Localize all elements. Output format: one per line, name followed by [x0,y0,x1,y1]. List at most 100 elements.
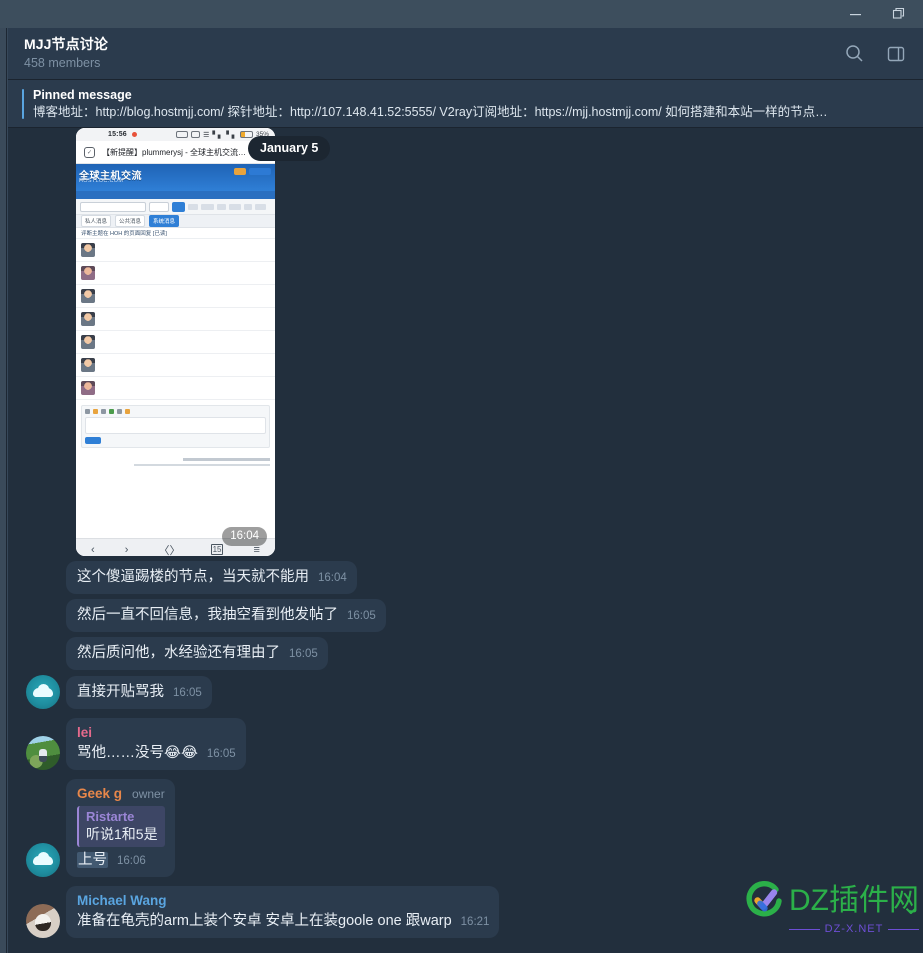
sender-name: Geek g [77,786,123,801]
pinned-message-bar[interactable]: Pinned message 博客地址：http://blog.hostmjj.… [0,80,923,128]
forum-avatar [81,358,95,372]
forum-reply-textarea [85,417,266,434]
minimize-button[interactable] [833,0,877,28]
forum-site-domain: HOSTLOC.COM [79,178,124,184]
message-sender[interactable]: lei [77,724,236,742]
message-time: 16:05 [347,610,376,622]
avatar[interactable] [26,675,60,709]
pinned-accent-bar [22,88,24,119]
reply-quote[interactable]: Ristarte 听说1和5是 [77,806,165,847]
message-row[interactable]: 然后一直不回信息，我抽空看到他发帖了 16:05 [20,599,923,632]
restore-icon [892,7,906,21]
message-text: 上号 [77,852,108,868]
avatar-slot [20,736,66,770]
minimize-icon [849,8,862,21]
nav-recents-icon: 15 [210,544,224,555]
phone-status-dot [131,132,137,137]
avatar[interactable] [26,736,60,770]
message-row[interactable]: 直接开贴骂我 16:05 [20,675,923,709]
tag [244,203,252,210]
message-time: 16:04 [318,572,347,584]
toolbar-icon [117,409,122,414]
sender-role-badge: owner [132,787,165,801]
reply-quote-author: Ristarte [86,809,135,824]
message-time: 16:05 [206,748,236,760]
message-time: 16:21 [460,916,490,928]
search-icon[interactable] [841,41,867,67]
message-bubble[interactable]: 然后一直不回信息，我抽空看到他发帖了 16:05 [66,599,386,632]
message-row[interactable]: 这个傻逼踢楼的节点，当天就不能用 16:04 [20,561,923,594]
forum-hot-tags [188,203,271,210]
forum-pill-2 [249,168,271,175]
sender-name: lei [77,725,93,740]
forum-banner-right [234,168,271,175]
message-time: 16:05 [289,648,318,660]
avatar[interactable] [26,843,60,877]
message-sender[interactable]: Michael Wang [77,892,489,910]
message-sender[interactable]: Geek g owner [77,785,165,803]
message-text: 这个傻逼踢楼的节点，当天就不能用 [77,569,309,585]
wifi-icon: ☰ [203,131,210,139]
chat-header-texts: MJJ节点讨论 458 members [24,36,841,71]
toolbar-icon [101,409,106,414]
avatar-slot [20,843,66,877]
pinned-label: Pinned message [33,87,132,102]
message-row[interactable]: lei 骂他……没号😂😂 16:05 [20,718,923,770]
message-time: 16:05 [173,687,202,699]
toolbar-icon [85,409,90,414]
forum-breadcrumb: 评断主题在 HOH 的页面回复 [已读] [76,228,275,239]
message-text-row: 上号 16:06 [77,850,165,871]
photo-bubble[interactable]: 15:56 ☰ ▘▖ ▘▖ 35% ✓ 【新提醒】plummerysj - 全球… [76,128,275,556]
phone-icon-b [191,131,201,138]
forum-avatar [81,335,95,349]
message-list[interactable]: January 5 15:56 ☰ ▘▖ ▘▖ 35% ✓ 【新提醒】plumm… [0,128,923,944]
message-bubble[interactable]: 直接开贴骂我 16:05 [66,676,212,709]
chatlist-edge-strip[interactable] [0,28,8,953]
forum-search-button [172,201,185,212]
date-divider[interactable]: January 5 [248,136,331,161]
message-row[interactable]: Geek g owner Ristarte 听说1和5是 上号 16:06 [20,779,923,877]
message-text: 直接开贴骂我 [77,684,164,700]
forum-post [76,262,275,285]
chatlist-edge-inner [0,28,7,953]
forum-tab-public: 公共消息 [115,215,146,227]
nav-home-icon: 〈〉 [158,544,181,557]
nav-forward-icon: › [124,543,129,556]
phone-notification: ✓ 【新提醒】plummerysj - 全球主机交流… [76,141,275,164]
message-bubble[interactable]: lei 骂他……没号😂😂 16:05 [66,718,246,770]
toolbar-icon [109,409,114,414]
forum-reply-box [81,405,270,448]
message-bubble[interactable]: 然后质问他，水经验还有理由了 16:05 [66,637,328,670]
forum-footer-line [133,463,270,466]
forum-avatar [81,266,95,280]
forum-avatar [81,243,95,257]
message-row[interactable]: Michael Wang 准备在龟壳的arm上装个安卓 安卓上在装goole o… [20,886,923,938]
avatar-slot [20,675,66,709]
message-list-inner: January 5 15:56 ☰ ▘▖ ▘▖ 35% ✓ 【新提醒】plumm… [8,128,923,943]
forum-search-input [80,201,146,212]
avatar[interactable] [26,904,60,938]
chat-header-actions [841,41,909,67]
toolbar-icon [125,409,130,414]
forum-tab-system: 系统消息 [149,215,180,227]
phone-notification-text: 【新提醒】plummerysj - 全球主机交流… [102,147,247,157]
battery-icon [239,131,253,138]
chat-title: MJJ节点讨论 [24,36,108,52]
forum-banner: 全球主机交流 HOSTLOC.COM [76,164,275,191]
message-bubble[interactable]: Michael Wang 准备在龟壳的arm上装个安卓 安卓上在装goole o… [66,886,500,938]
restore-button[interactable] [877,0,921,28]
toolbar-icon [93,409,98,414]
chat-header[interactable]: MJJ节点讨论 458 members [0,28,923,80]
tag [217,203,226,210]
tag [229,203,241,210]
message-row[interactable]: 然后质问他，水经验还有理由了 16:05 [20,637,923,670]
message-bubble[interactable]: Geek g owner Ristarte 听说1和5是 上号 16:06 [66,779,175,877]
message-bubble[interactable]: 这个傻逼踢楼的节点，当天就不能用 16:04 [66,561,357,594]
bottom-padding [0,943,923,953]
forum-post-list [76,239,275,400]
phone-webview: 全球主机交流 HOSTLOC.COM 私人消息 公共消息 系统消息 评断主题在 … [76,164,275,538]
photo-message[interactable]: 15:56 ☰ ▘▖ ▘▖ 35% ✓ 【新提醒】plummerysj - 全球… [76,128,275,556]
message-text: 骂他……没号😂😂 [77,745,198,761]
forum-editor-toolbar [85,409,266,414]
panel-toggle-icon[interactable] [883,41,909,67]
